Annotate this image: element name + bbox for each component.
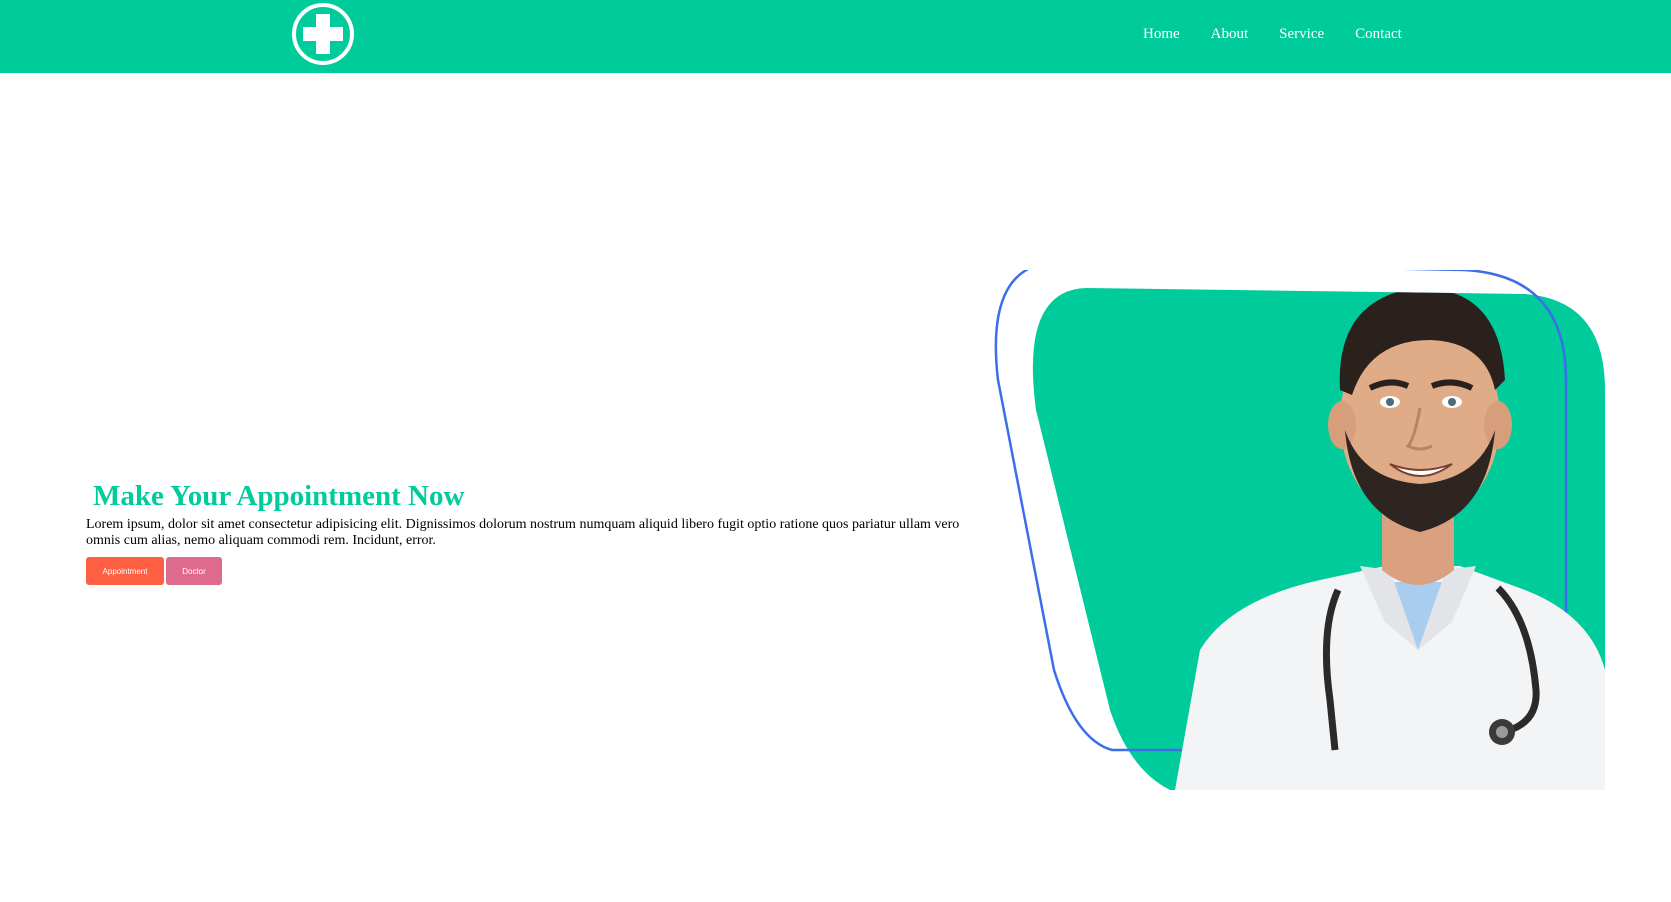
nav-menu: Home About Service Contact xyxy=(1143,24,1402,44)
hero-description: Lorem ipsum, dolor sit amet consectetur … xyxy=(86,517,960,548)
nav-link-service[interactable]: Service xyxy=(1279,24,1324,44)
hero-title: Make Your Appointment Now xyxy=(93,480,465,512)
doctor-hero-image xyxy=(990,260,1620,790)
doctor-button[interactable]: Doctor xyxy=(166,557,222,585)
hero-section: Make Your Appointment Now Lorem ipsum, d… xyxy=(86,476,986,585)
navbar: Home About Service Contact xyxy=(0,0,1671,73)
appointment-button[interactable]: Appointment xyxy=(86,557,164,585)
nav-link-home[interactable]: Home xyxy=(1143,24,1180,44)
nav-link-about[interactable]: About xyxy=(1211,24,1249,44)
hero-buttons: Appointment Doctor xyxy=(86,557,986,585)
medical-cross-icon[interactable] xyxy=(291,2,355,66)
nav-link-contact[interactable]: Contact xyxy=(1355,24,1402,44)
